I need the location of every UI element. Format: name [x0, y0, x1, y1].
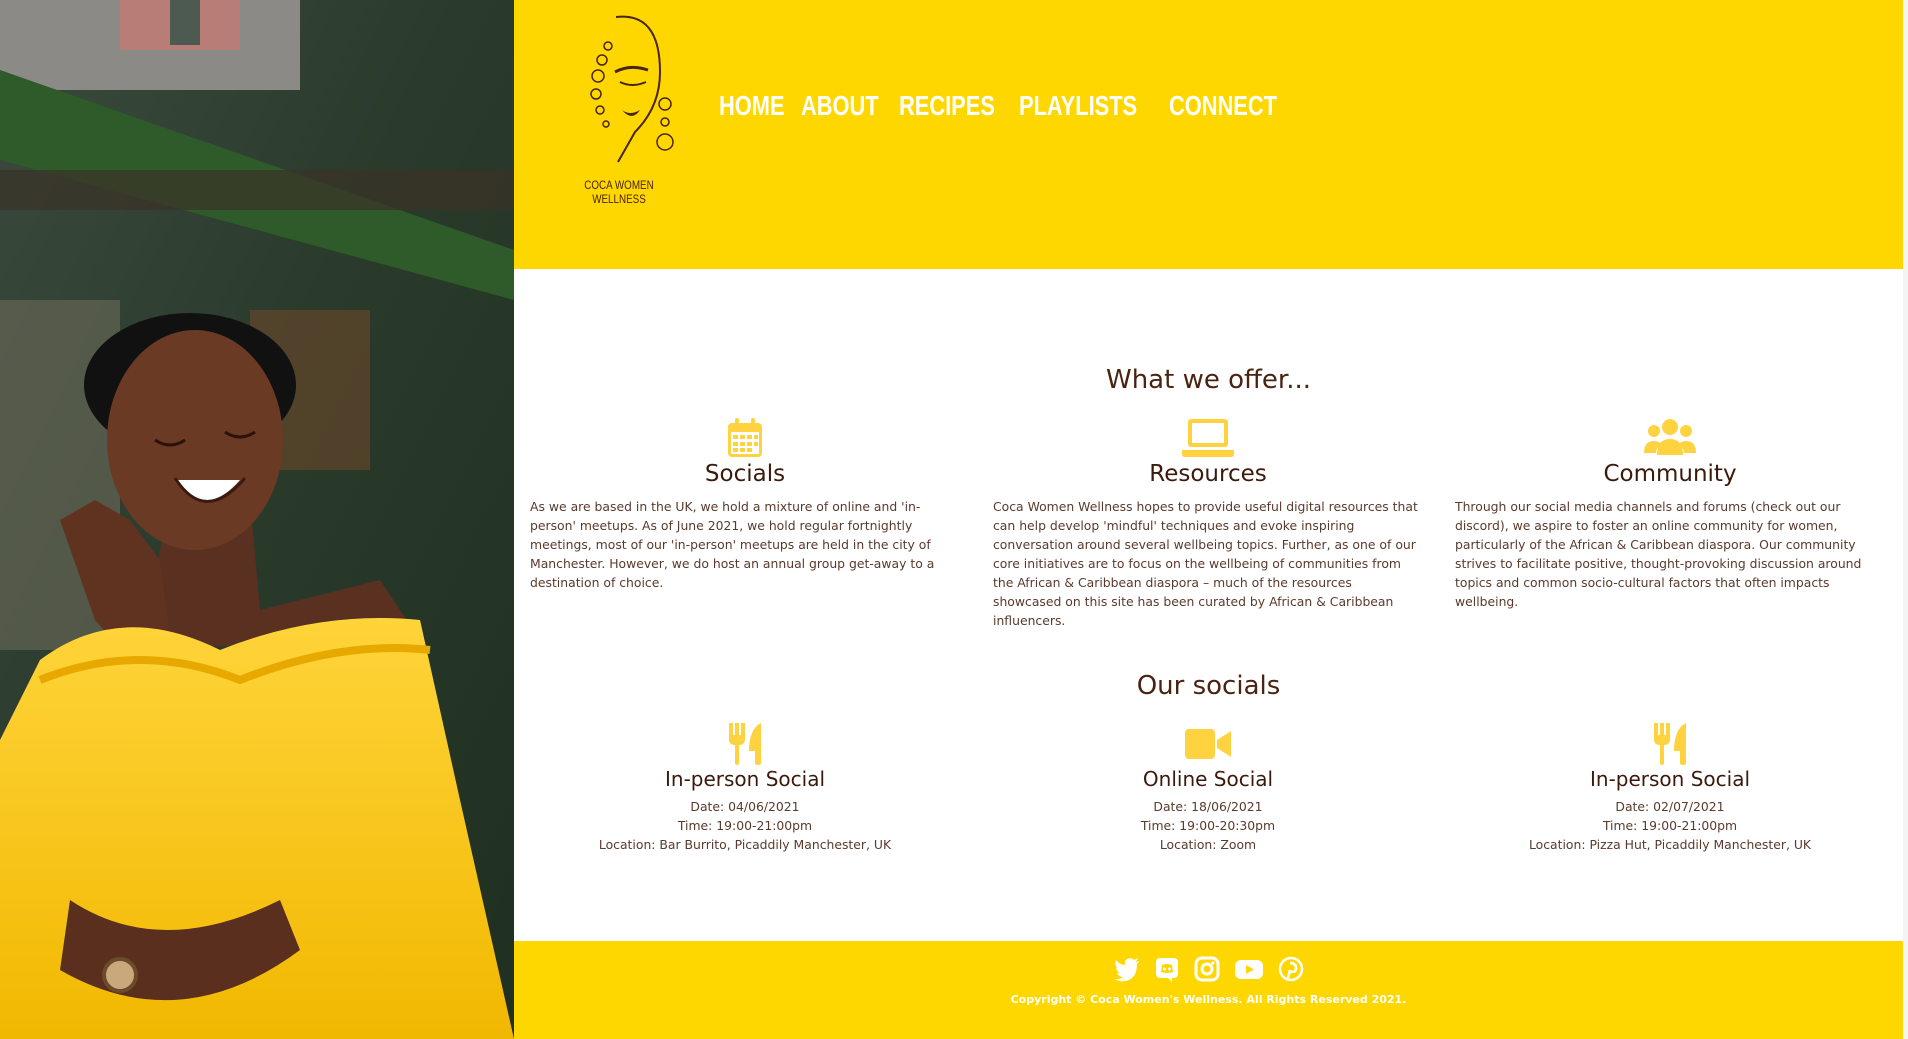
event-location: Location: Zoom	[1159, 837, 1257, 852]
offer-text: Coca Women Wellness hopes to provide use…	[993, 499, 1418, 628]
offer-text: As we are based in the UK, we hold a mix…	[530, 499, 935, 590]
logo-face-icon	[590, 15, 674, 163]
copyright-text: Copyright © Coca Women's Wellness. All R…	[1010, 993, 1407, 1006]
offer-community: Community Through our social media chann…	[1455, 417, 1885, 611]
nav-recipes[interactable]: RECIPES	[899, 90, 995, 122]
instagram-icon[interactable]	[1194, 956, 1220, 982]
offer-text: Through our social media channels and fo…	[1455, 499, 1862, 609]
social-event-1: In-person Social Date: 04/06/2021 Time: …	[530, 723, 960, 854]
event-heading: Online Social	[1142, 767, 1274, 791]
offer-heading: Community	[1603, 461, 1737, 487]
event-heading: In-person Social	[1590, 767, 1750, 791]
our-socials-title: Our socials	[1136, 671, 1281, 701]
social-event-2: Online Social Date: 18/06/2021 Time: 19:…	[993, 723, 1423, 854]
event-location: Location: Pizza Hut, Picaddily Mancheste…	[1528, 837, 1812, 852]
pinterest-icon[interactable]	[1278, 956, 1304, 982]
event-heading: In-person Social	[665, 767, 825, 791]
social-icons	[514, 956, 1903, 982]
calendar-icon	[728, 418, 762, 457]
nav-playlists[interactable]: PLAYLISTS	[1019, 90, 1137, 122]
logo-text: COCA WOMEN WELLNESS	[584, 178, 654, 206]
nav-about[interactable]: ABOUT	[801, 90, 879, 122]
twitter-icon[interactable]	[1113, 956, 1140, 982]
offer-socials: Socials As we are based in the UK, we ho…	[530, 417, 960, 592]
social-event-3: In-person Social Date: 02/07/2021 Time: …	[1455, 723, 1885, 854]
offer-heading: Socials	[704, 461, 786, 487]
main-content: What we offer... Socials As we are based…	[514, 269, 1903, 941]
event-date: Date: 02/07/2021	[1615, 799, 1725, 814]
discord-icon[interactable]	[1154, 956, 1180, 982]
site-logo[interactable]: COCA WOMEN WELLNESS	[560, 12, 678, 206]
utensils-icon	[729, 723, 761, 765]
nav-home[interactable]: HOME	[719, 90, 785, 122]
event-date: Date: 18/06/2021	[1153, 799, 1263, 814]
video-icon	[1185, 729, 1231, 759]
users-icon	[1644, 419, 1696, 455]
what-we-offer-title: What we offer...	[1105, 365, 1312, 395]
event-date: Date: 04/06/2021	[690, 799, 800, 814]
youtube-icon[interactable]	[1234, 956, 1264, 982]
event-location: Location: Bar Burrito, Picaddily Manches…	[598, 837, 892, 852]
utensils-icon	[1654, 723, 1686, 765]
site-header: COCA WOMEN WELLNESS HOME ABOUT RECIPES P…	[514, 0, 1903, 269]
main-nav: HOME ABOUT RECIPES PLAYLISTS CONNECT	[719, 90, 1285, 122]
event-time: Time: 19:00-21:00pm	[677, 818, 813, 833]
offer-heading: Resources	[1149, 461, 1267, 487]
laptop-icon	[1182, 419, 1234, 457]
page-edge-strip	[1903, 0, 1908, 1039]
event-time: Time: 19:00-21:00pm	[1602, 818, 1738, 833]
site-footer: Copyright © Coca Women's Wellness. All R…	[514, 941, 1903, 1039]
event-time: Time: 19:00-20:30pm	[1140, 818, 1276, 833]
nav-connect[interactable]: CONNECT	[1169, 90, 1277, 122]
hero-photo	[0, 0, 514, 1039]
offer-resources: Resources Coca Women Wellness hopes to p…	[993, 417, 1423, 630]
